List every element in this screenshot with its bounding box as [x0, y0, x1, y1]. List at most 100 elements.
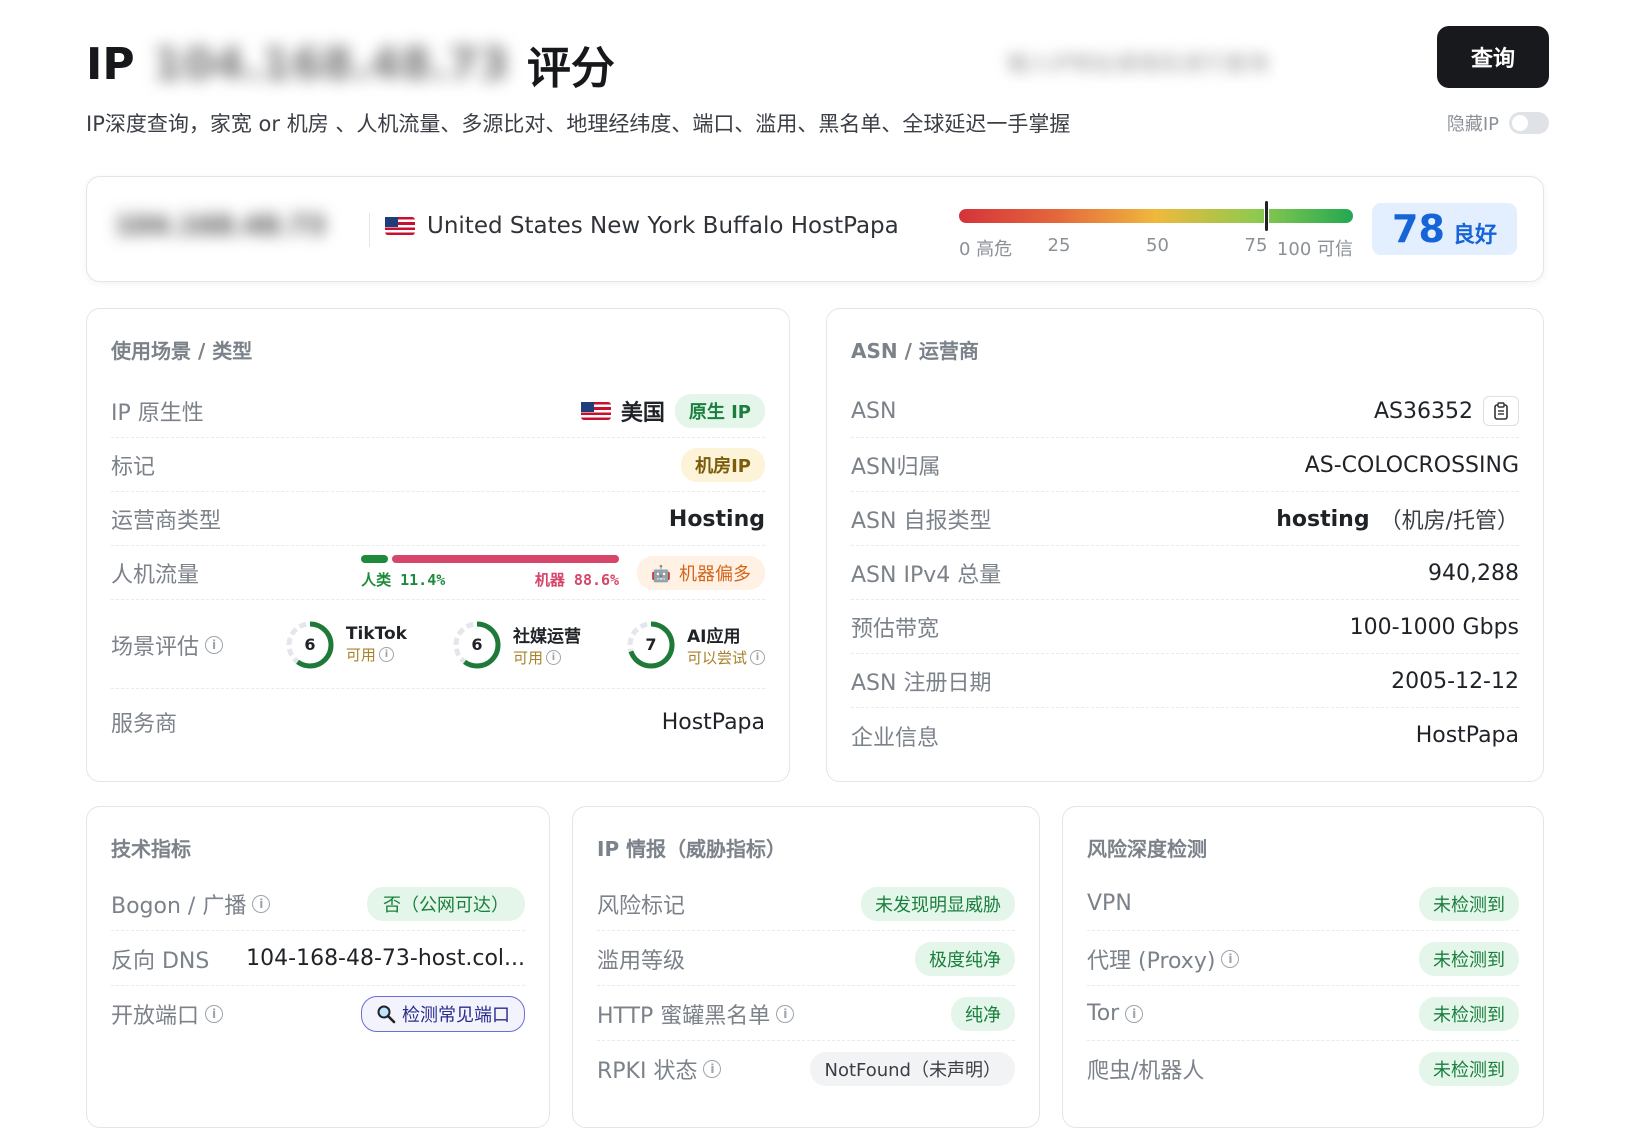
- score-value: 78: [1392, 207, 1445, 251]
- search-icon: [377, 1005, 396, 1024]
- risk-label: 爬虫/机器人: [1087, 1059, 1205, 1084]
- score-tick: 25: [1047, 235, 1071, 256]
- check-ports-label: 检测常见端口: [402, 1005, 510, 1026]
- query-button[interactable]: 查询: [1437, 26, 1549, 88]
- honeypot-label: HTTP 蜜罐黑名单: [597, 1003, 771, 1029]
- human-text: 人类: [361, 571, 392, 589]
- hide-ip-control: 隐藏IP: [1447, 110, 1549, 136]
- native-badge: 原生 IP: [674, 394, 765, 428]
- check-ports-button[interactable]: 检测常见端口: [361, 996, 525, 1032]
- bandwidth-row: 预估带宽 100-1000 Gbps: [851, 601, 1519, 654]
- score-tick: 75: [1244, 235, 1268, 256]
- bogon-badge: 否（公网可达）: [367, 886, 525, 921]
- traffic-bot-label: 机器 88.6%: [535, 569, 619, 590]
- score-tick: 50: [1146, 235, 1169, 256]
- search-input[interactable]: 输入IP地址或域名进行查询: [989, 34, 1399, 90]
- human-pct: 11.4%: [400, 571, 446, 589]
- traffic-badge: 🤖 机器偏多: [637, 556, 765, 590]
- asn-label: ASN: [851, 398, 897, 424]
- asn-value-wrap: AS36352: [1374, 396, 1519, 426]
- info-icon[interactable]: i: [1221, 949, 1240, 968]
- scene-name: TikTok: [345, 624, 407, 644]
- traffic-bot-fill: [392, 555, 620, 563]
- search-placeholder: 输入IP地址或域名进行查询: [1007, 52, 1269, 77]
- provider-value: HostPapa: [661, 709, 765, 735]
- page-title: IP 104.168.48.73 评分: [86, 32, 615, 96]
- company-row: 企业信息 HostPapa: [851, 709, 1519, 762]
- info-icon[interactable]: i: [703, 1060, 722, 1078]
- asn-type-note: （机房/托管）: [1379, 509, 1519, 534]
- company-label: 企业信息: [851, 725, 940, 751]
- risk-row: 爬虫/机器人 未检测到: [1087, 1042, 1519, 1096]
- info-icon[interactable]: i: [252, 894, 271, 913]
- risk-badge: 未检测到: [1419, 996, 1519, 1031]
- risk-flag-label: 风险标记: [597, 893, 686, 919]
- title-prefix: IP: [86, 38, 135, 90]
- score-gradient-bar: [959, 200, 1353, 232]
- info-icon[interactable]: i: [1125, 1004, 1144, 1023]
- risk-label: 代理 (Proxy): [1087, 948, 1216, 974]
- info-icon[interactable]: i: [546, 649, 561, 665]
- bot-pct: 88.6%: [573, 571, 620, 589]
- scene-score: 7: [645, 635, 657, 654]
- asn-owner-label: ASN归属: [851, 455, 941, 480]
- title-ip-blurred: 104.168.48.73: [152, 38, 509, 90]
- rdns-value: 104-168-48-73-host.col...: [246, 946, 525, 971]
- scene-label-wrap: 场景评估 i: [111, 629, 224, 661]
- score-badge: 78 良好: [1372, 203, 1517, 255]
- scene-list: 6 TikTok 可用 i 6 社媒运营 可用 i 7 AI应用 可以尝试 i: [284, 619, 765, 671]
- asn-type-label: ASN 自报类型: [851, 509, 992, 534]
- native-country: 美国: [620, 401, 665, 426]
- scene-status: 可用: [512, 648, 543, 667]
- traffic-human-fill: [361, 555, 389, 563]
- tag-label: 标记: [111, 455, 156, 480]
- info-icon[interactable]: i: [378, 647, 394, 662]
- asn-type-row: ASN 自报类型 hosting （机房/托管）: [851, 493, 1519, 546]
- asn-owner-value: AS-COLOCROSSING: [1304, 452, 1519, 478]
- traffic-bar: 人类 11.4% 机器 88.6%: [361, 555, 619, 591]
- risk-flag-row: 风险标记 未发现明显威胁: [597, 877, 1015, 931]
- bogon-label-wrap: Bogon / 广播 i: [111, 888, 271, 920]
- scene-name: 社媒运营: [512, 626, 581, 647]
- scene-status: 可以尝试: [686, 648, 747, 667]
- info-icon[interactable]: i: [776, 1004, 795, 1023]
- scene-item: 6 社媒运营 可用 i: [451, 619, 581, 671]
- location-text: United States New York Buffalo HostPapa: [427, 213, 899, 239]
- score-card: 104.168.48.73 United States New York Buf…: [86, 176, 1544, 282]
- isp-type-row: 运营商类型 Hosting: [111, 493, 765, 546]
- info-icon[interactable]: i: [205, 635, 224, 654]
- rpki-row: RPKI 状态 i NotFound（未声明）: [597, 1042, 1015, 1096]
- bandwidth-value: 100-1000 Gbps: [1349, 614, 1519, 640]
- asn-card: ASN / 运营商 ASN AS36352 ASN归属 AS-COLOCROSS…: [826, 308, 1544, 782]
- provider-label: 服务商: [111, 712, 178, 737]
- bot-text: 机器: [534, 571, 565, 589]
- risk-card: 风险深度检测 VPN 未检测到 代理 (Proxy) i 未检测到 Tor i 未检测到 爬虫/…: [1062, 806, 1544, 1128]
- asn-type-value-wrap: hosting （机房/托管）: [1276, 503, 1519, 535]
- copy-icon[interactable]: [1483, 396, 1519, 426]
- info-icon[interactable]: i: [750, 649, 765, 665]
- native-row: IP 原生性 美国 原生 IP: [111, 385, 765, 438]
- rpki-label: RPKI 状态: [597, 1059, 698, 1084]
- asn-card-title: ASN / 运营商: [851, 339, 979, 363]
- scene-text: AI应用 可以尝试 i: [687, 622, 765, 668]
- isp-type-value: Hosting: [668, 506, 765, 532]
- risk-label-wrap: Tor i: [1087, 1001, 1144, 1026]
- bandwidth-label: 预估带宽: [851, 617, 940, 642]
- info-icon[interactable]: i: [205, 1005, 224, 1023]
- asn-ipv4-value: 940,288: [1428, 560, 1519, 586]
- us-flag-icon: [580, 402, 611, 420]
- scene-score-ring: 7: [625, 619, 677, 671]
- tag-badge: 机房IP: [681, 448, 765, 482]
- risk-label: Tor: [1087, 1001, 1120, 1026]
- native-label: IP 原生性: [111, 401, 204, 426]
- asn-reg-label: ASN 注册日期: [851, 671, 992, 696]
- honeypot-badge: 纯净: [951, 996, 1015, 1031]
- robot-icon: 🤖: [651, 563, 671, 583]
- hide-ip-toggle[interactable]: [1509, 112, 1549, 134]
- asn-owner-row: ASN归属 AS-COLOCROSSING: [851, 439, 1519, 492]
- bogon-label: Bogon / 广播: [111, 893, 247, 919]
- ports-row: 开放端口 i 检测常见端口: [111, 987, 525, 1041]
- divider: [369, 213, 370, 247]
- scene-score-ring: 6: [284, 619, 336, 671]
- risk-badge: 未检测到: [1419, 886, 1519, 921]
